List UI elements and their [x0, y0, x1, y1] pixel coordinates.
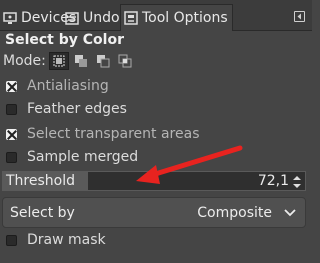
mode-intersect-button[interactable] [115, 52, 135, 70]
tab-undo-label: Undo [83, 9, 120, 26]
mode-intersect-icon [118, 54, 132, 68]
undo-icon [65, 11, 79, 25]
mode-row: Mode: [3, 52, 137, 70]
draw-mask-label: Draw mask [27, 232, 106, 248]
tab-undo[interactable]: Undo [64, 4, 120, 31]
tool-options-icon [124, 11, 138, 25]
draw-mask-checkbox[interactable] [6, 234, 17, 246]
select-by-value: Composite [197, 205, 272, 221]
select-transparent-option[interactable]: Select transparent areas [6, 125, 199, 143]
tab-tool-options-label: Tool Options [142, 10, 228, 26]
feather-edges-checkbox[interactable] [6, 103, 17, 115]
draw-mask-option[interactable]: Draw mask [6, 231, 106, 249]
threshold-value: 72,1 [257, 173, 289, 189]
chevron-down-icon [284, 209, 296, 217]
select-by-label: Select by [10, 205, 75, 221]
antialiasing-option[interactable]: Antialiasing [6, 77, 109, 95]
select-transparent-label: Select transparent areas [27, 126, 200, 142]
threshold-spin-icon[interactable] [292, 175, 302, 189]
select-transparent-checkbox[interactable] [6, 128, 17, 140]
antialiasing-checkbox[interactable] [6, 80, 17, 92]
mode-add-icon [74, 55, 87, 67]
mode-replace-icon [53, 55, 65, 67]
mode-replace-button[interactable] [48, 52, 69, 70]
sample-merged-option[interactable]: Sample merged [6, 148, 138, 166]
dock-menu-icon[interactable] [294, 11, 305, 22]
dock-tab-bar: Devices Undo Tool Options [0, 0, 312, 31]
devices-icon [3, 11, 17, 24]
mode-subtract-button[interactable] [93, 52, 113, 70]
sample-merged-label: Sample merged [27, 149, 139, 165]
mode-add-button[interactable] [71, 52, 91, 70]
threshold-label: Threshold [6, 173, 75, 189]
mode-subtract-icon [96, 55, 110, 68]
sample-merged-checkbox[interactable] [6, 151, 17, 163]
select-by-dropdown[interactable]: Select by Composite [2, 197, 306, 228]
panel-title: Select by Color [5, 32, 124, 48]
mode-label: Mode: [3, 53, 46, 69]
tab-tool-options[interactable]: Tool Options [120, 4, 233, 31]
feather-edges-label: Feather edges [27, 101, 127, 117]
threshold-slider[interactable]: Threshold 72,1 [2, 171, 306, 191]
feather-edges-option[interactable]: Feather edges [6, 100, 127, 118]
antialiasing-label: Antialiasing [27, 78, 109, 94]
